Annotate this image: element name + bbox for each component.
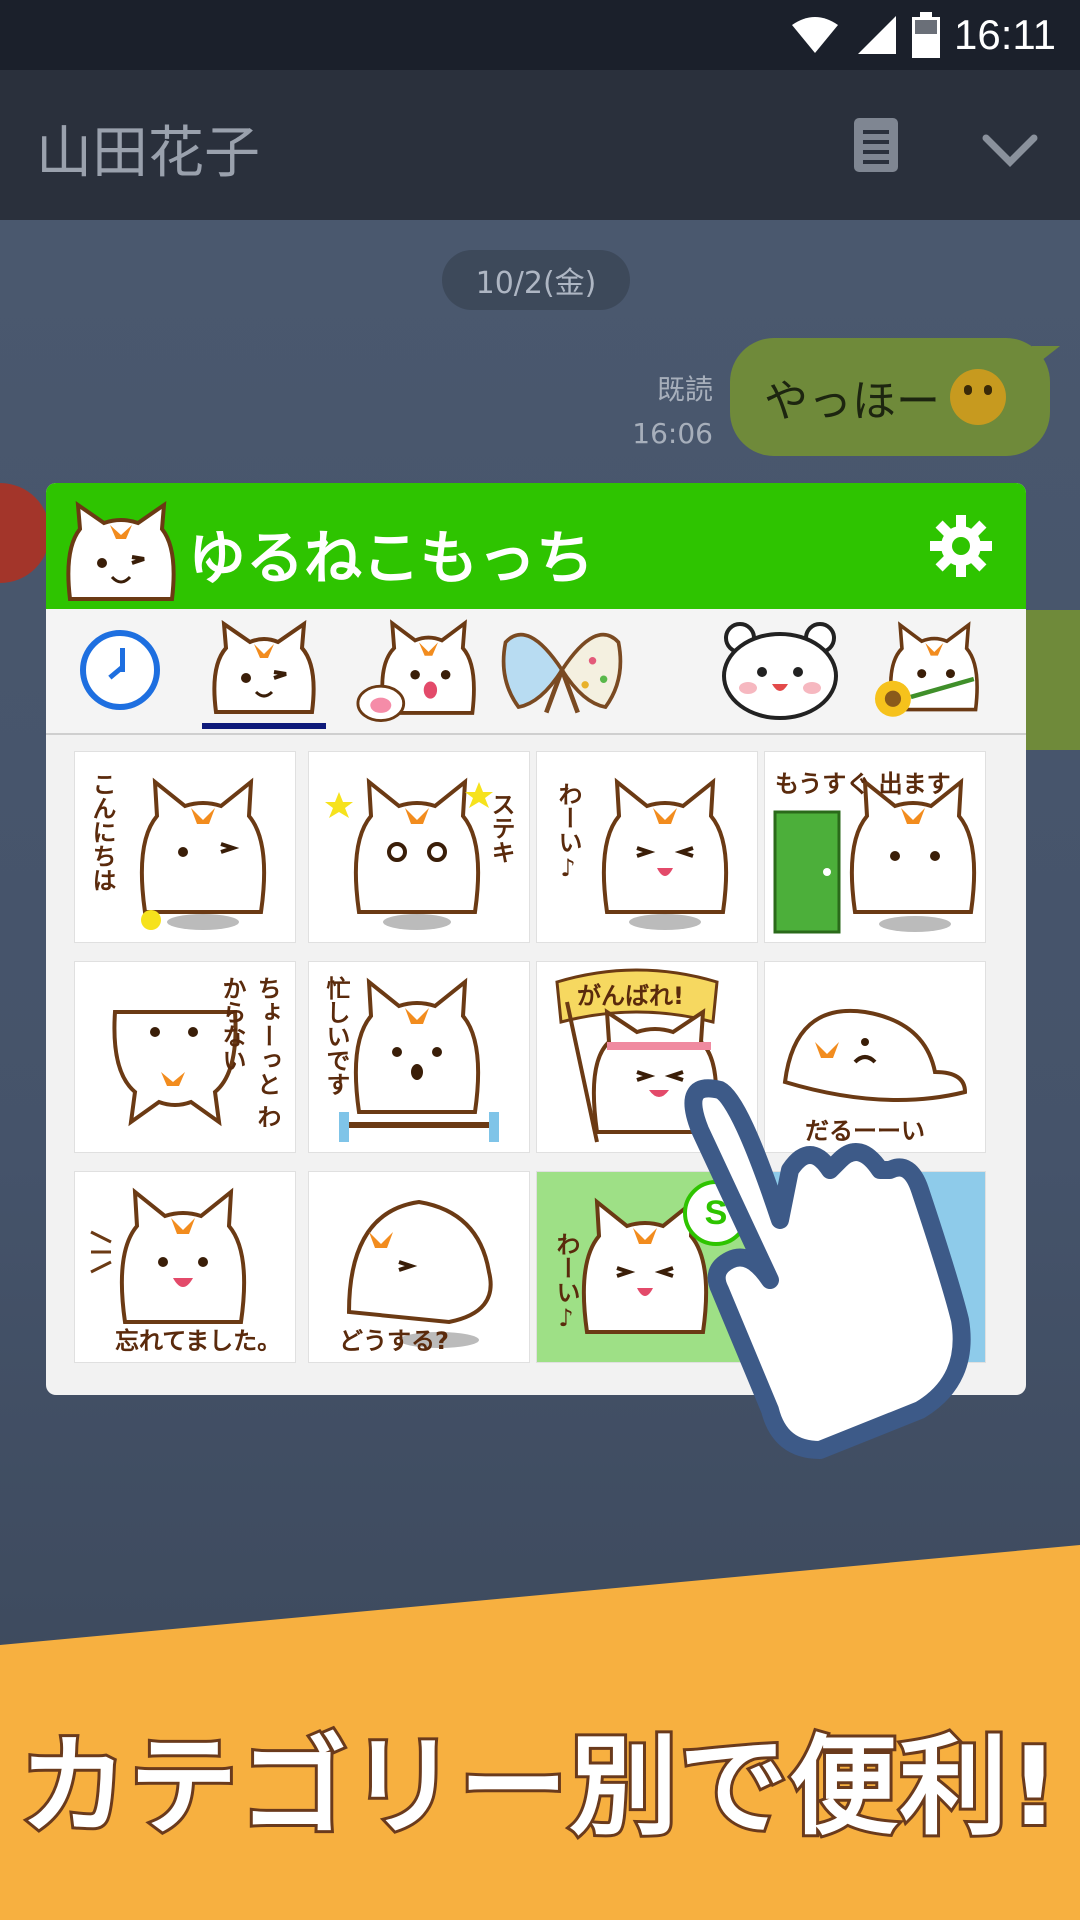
contact-name: 山田花子 — [36, 121, 260, 186]
message-bubble[interactable]: やっほー — [730, 338, 1060, 456]
sticker-cell[interactable]: こんにちは — [74, 751, 296, 943]
date-separator: 10/2(金) — [442, 250, 630, 310]
sticker-caption: どうする? — [339, 1327, 449, 1355]
gear-icon[interactable] — [930, 515, 992, 577]
sticker-cell[interactable]: ちょーっと わからない — [74, 961, 296, 1153]
sticker-cell[interactable]: ステキ — [308, 751, 530, 943]
sticker-caption: わーい♪ — [554, 782, 582, 882]
pointing-hand-icon — [684, 1079, 971, 1459]
tab-cat-sunflower[interactable] — [866, 615, 990, 725]
chat-header: 山田花子 — [0, 70, 1080, 220]
sticker-category-tabs — [46, 609, 1026, 735]
tab-cat-wink[interactable] — [202, 615, 326, 729]
sticker-caption: がんばれ! — [577, 982, 684, 1010]
tab-recent[interactable] — [58, 615, 182, 725]
chevron-down-icon[interactable] — [980, 120, 1040, 180]
battery-icon — [912, 12, 940, 58]
sticker-cell[interactable]: 忙しいです — [308, 961, 530, 1153]
notes-icon[interactable] — [854, 118, 898, 172]
sticker-pack-title: ゆるねこもっち — [188, 524, 595, 592]
wifi-icon — [792, 17, 838, 53]
sticker-caption: ちょーっと わからない — [218, 976, 281, 1129]
sticker-caption: 忘れてました。 — [115, 1327, 282, 1355]
signal-icon — [858, 16, 896, 54]
sticker-cell[interactable]: わーい♪ — [536, 751, 758, 943]
sticker-cell[interactable]: もうすぐ 出ます — [764, 751, 986, 943]
sent-time: 16:06 — [632, 417, 713, 450]
sticker-caption: わーい♪ — [552, 1232, 580, 1332]
status-bar: 16:11 — [0, 0, 1080, 70]
tab-cat-paw[interactable] — [356, 615, 480, 725]
ribbon-icon — [501, 632, 623, 714]
read-label: 既読 — [656, 373, 713, 406]
read-receipt: 既読 16:06 — [632, 368, 713, 456]
cat-sunflower-icon — [874, 621, 979, 717]
tongue-emoji-icon — [950, 369, 1006, 425]
sticker-caption: こんにちは — [88, 772, 116, 892]
tab-ribbon[interactable] — [500, 615, 624, 725]
sticker-caption: 忙しいです — [322, 976, 350, 1096]
cat-pack-icon — [66, 500, 176, 601]
sticker-caption: ステキ — [487, 792, 515, 864]
clock-time: 16:11 — [954, 11, 1056, 58]
bear-icon — [722, 622, 838, 720]
cat-paw-icon — [356, 619, 476, 722]
promo-banner-text: カテゴリー別で便利! — [16, 1722, 1061, 1853]
tab-bear[interactable] — [718, 615, 842, 725]
clock-icon — [80, 630, 160, 710]
sticker-caption: もうすぐ 出ます — [775, 770, 951, 798]
cat-wink-icon — [212, 620, 316, 714]
sticker-cell[interactable]: 忘れてました。 — [74, 1171, 296, 1363]
sticker-cell[interactable]: どうする? — [308, 1171, 530, 1363]
sticker-pack-header: ゆるねこもっち — [46, 483, 1026, 609]
message-text: やっほー — [764, 376, 940, 427]
